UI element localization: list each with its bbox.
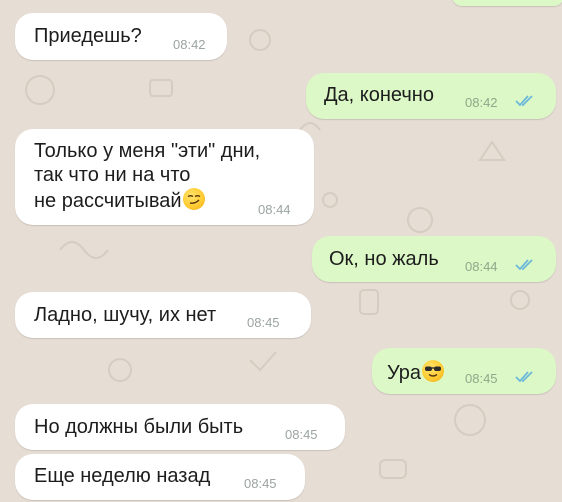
message-text: Но должны были быть — [34, 416, 244, 438]
message-bubble-incoming[interactable]: Только у меня "эти" дни, так что ни на ч… — [15, 129, 314, 225]
message-bubble-incoming[interactable]: Но должны были быть 08:45 — [15, 404, 345, 450]
message-bubble-incoming[interactable]: Приедешь? 08:42 — [15, 13, 227, 60]
message-time: 08:45 — [465, 371, 498, 386]
message-line: не рассчитывай — [34, 190, 182, 212]
message-line: так что ни на что — [34, 164, 191, 186]
message-text: Еще неделю назад — [34, 465, 211, 487]
message-time: 08:42 — [173, 37, 206, 52]
message-time: 08:42 — [465, 95, 498, 110]
message-bubble-outgoing[interactable]: Да, конечно 08:42 — [306, 73, 556, 119]
read-ticks-icon — [515, 371, 533, 383]
previous-message-bubble — [452, 0, 562, 6]
message-bubble-outgoing[interactable]: Ок, но жаль 08:44 — [312, 236, 556, 282]
read-ticks-icon — [515, 95, 533, 107]
message-text: Ура — [387, 362, 422, 384]
message-bubble-incoming[interactable]: Еще неделю назад 08:45 — [15, 454, 305, 500]
message-time: 08:44 — [258, 202, 291, 217]
message-line-with-emoji: не рассчитывай — [34, 188, 205, 213]
sunglasses-face-emoji-icon — [422, 360, 445, 382]
message-time: 08:45 — [244, 476, 277, 491]
message-text-with-emoji: Ура — [387, 360, 445, 385]
message-text: Да, конечно — [324, 84, 434, 106]
message-text: Приедешь? — [34, 25, 142, 47]
message-text: Ладно, шучу, их нет — [34, 304, 217, 326]
message-time: 08:45 — [285, 427, 318, 442]
smirking-face-emoji-icon — [182, 188, 205, 210]
message-bubble-outgoing[interactable]: Ура 08:45 — [372, 348, 556, 394]
message-text: Ок, но жаль — [329, 248, 439, 270]
message-time: 08:45 — [247, 315, 280, 330]
read-ticks-icon — [515, 259, 533, 271]
message-time: 08:44 — [465, 259, 498, 274]
message-line: Только у меня "эти" дни, — [34, 140, 261, 162]
message-bubble-incoming[interactable]: Ладно, шучу, их нет 08:45 — [15, 292, 311, 338]
